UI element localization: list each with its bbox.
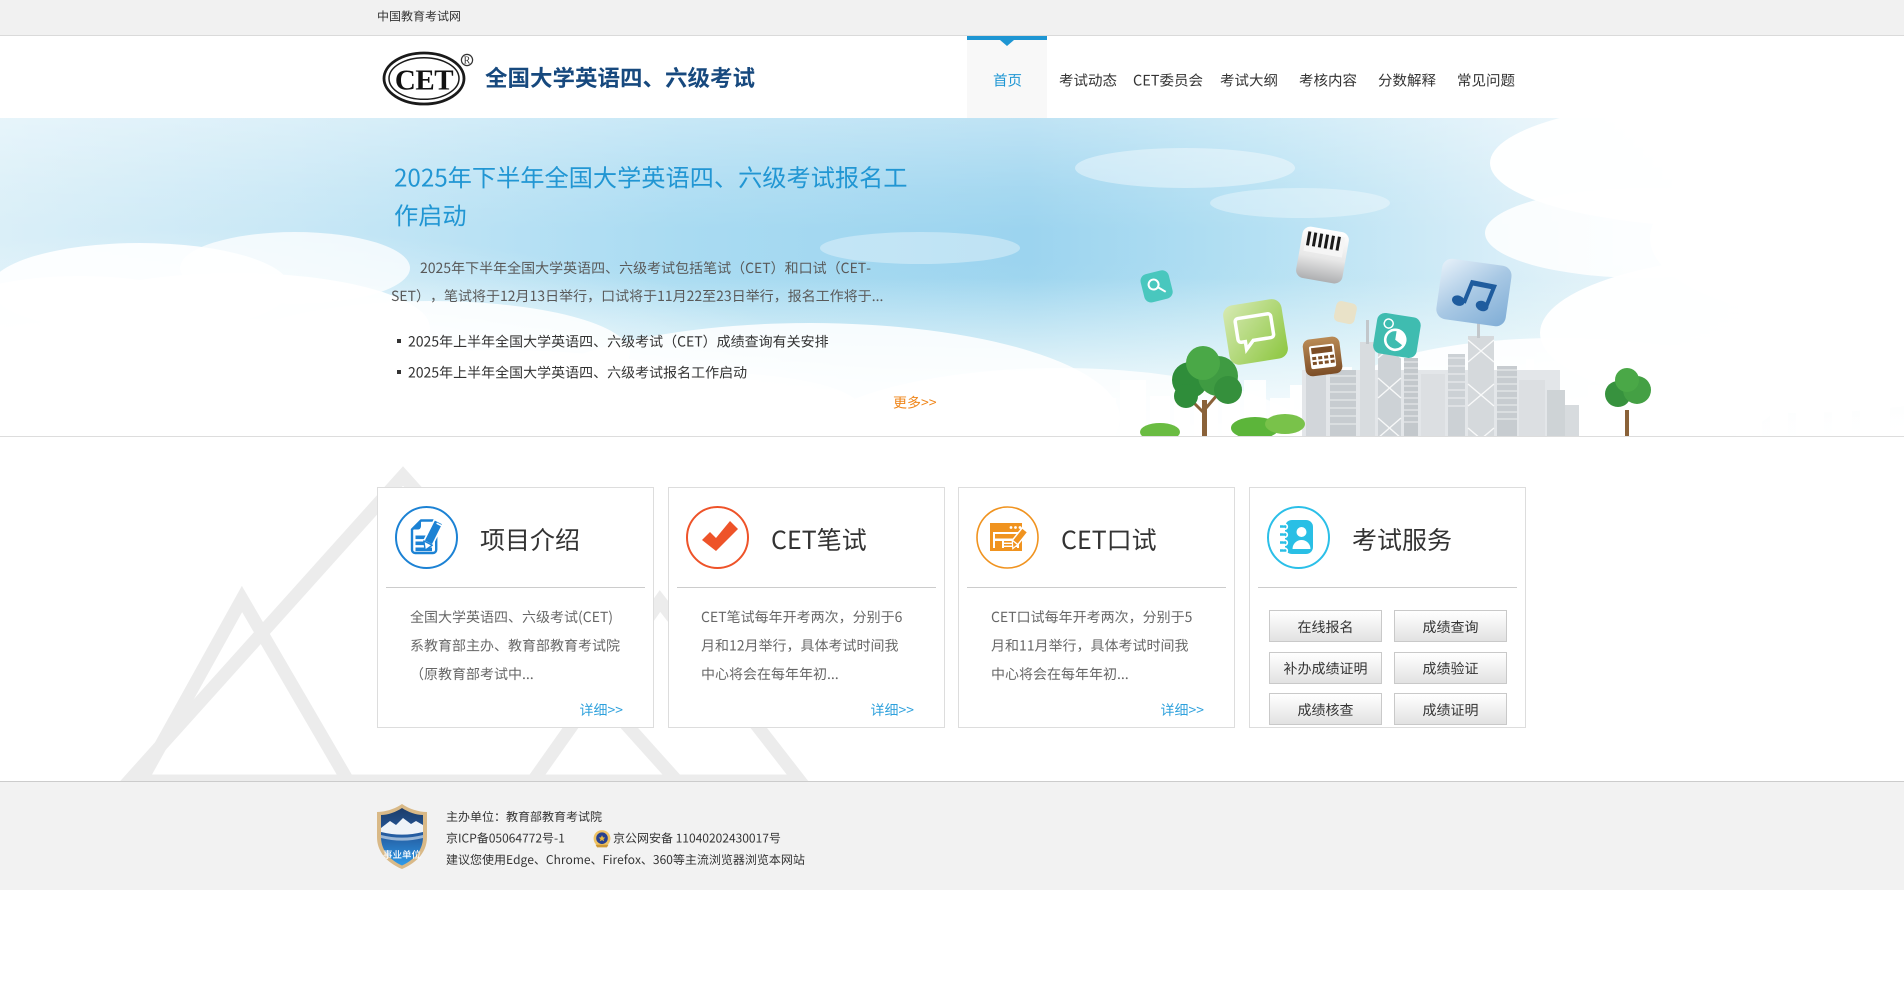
svg-text:R: R [464, 56, 471, 67]
svg-text:CET: CET [395, 65, 453, 97]
